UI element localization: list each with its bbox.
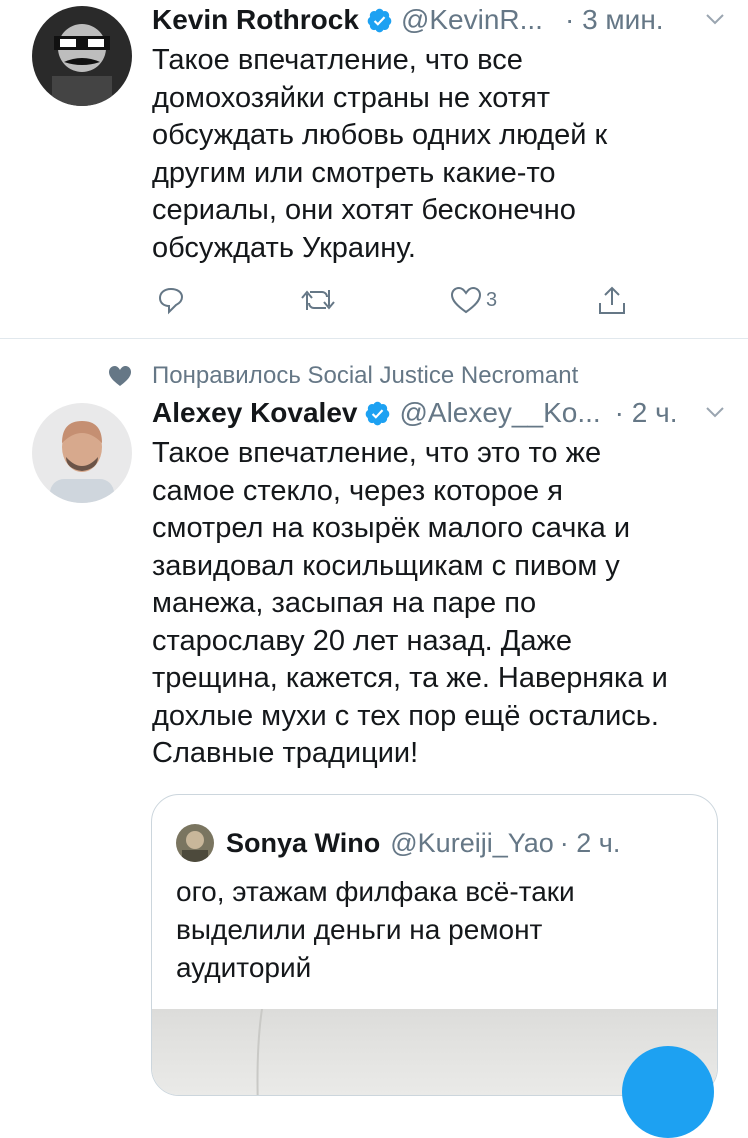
quoted-avatar: [176, 824, 214, 862]
quoted-author-handle: @Kureiji_Yao: [390, 827, 554, 858]
tweet-header: Kevin Rothrock @KevinR... · 3 мин.: [152, 0, 728, 40]
tweet[interactable]: Понравилось Social Justice Necromant Ale…: [0, 339, 748, 1096]
social-context-label[interactable]: Понравилось Social Justice Necromant: [152, 362, 578, 390]
like-count: 3: [486, 288, 498, 311]
timestamp[interactable]: · 3 мин.: [565, 4, 664, 36]
avatar[interactable]: [32, 6, 132, 106]
compose-button[interactable]: [622, 1046, 714, 1138]
like-icon: [450, 286, 482, 314]
reply-icon: [158, 287, 184, 315]
retweet-button[interactable]: [300, 285, 336, 315]
avatar[interactable]: [32, 403, 132, 503]
quoted-tweet-text: ого, этажам филфака всё-таки выделили де…: [176, 876, 575, 983]
heart-icon: [109, 366, 131, 386]
reply-button[interactable]: [156, 285, 186, 315]
verified-badge-icon: [366, 401, 390, 425]
tweet-text: Такое впечатление, что это то же самое с…: [152, 437, 668, 769]
tweet[interactable]: Kevin Rothrock @KevinR... · 3 мин. Такое…: [0, 0, 748, 339]
author-name[interactable]: Alexey Kovalev: [152, 397, 357, 429]
share-button[interactable]: [596, 285, 628, 317]
quoted-tweet-header: Sonya Wino @Kureiji_Yao · 2 ч.: [176, 824, 621, 862]
author-name[interactable]: Kevin Rothrock: [152, 4, 359, 36]
chevron-down-icon[interactable]: [704, 401, 726, 423]
tweet-header: Alexey Kovalev @Alexey__Ko... · 2 ч.: [152, 393, 728, 433]
quoted-author-name: Sonya Wino: [226, 827, 381, 858]
author-handle[interactable]: @Alexey__Ko...: [399, 397, 600, 429]
share-icon: [599, 286, 625, 314]
author-handle[interactable]: @KevinR...: [401, 4, 543, 36]
quoted-tweet[interactable]: Sonya Wino @Kureiji_Yao · 2 ч. ого, этаж…: [151, 794, 718, 1096]
chevron-down-icon[interactable]: [704, 8, 726, 30]
verified-badge-icon: [367, 8, 392, 32]
quoted-timestamp: · 2 ч.: [559, 827, 621, 858]
retweet-icon: [301, 290, 335, 310]
tweet-text: Такое впечатление, что все домохозяйки с…: [152, 44, 608, 264]
like-button[interactable]: 3: [450, 285, 497, 315]
timestamp[interactable]: · 2 ч.: [615, 397, 678, 429]
tweet-actions: 3: [152, 285, 652, 321]
